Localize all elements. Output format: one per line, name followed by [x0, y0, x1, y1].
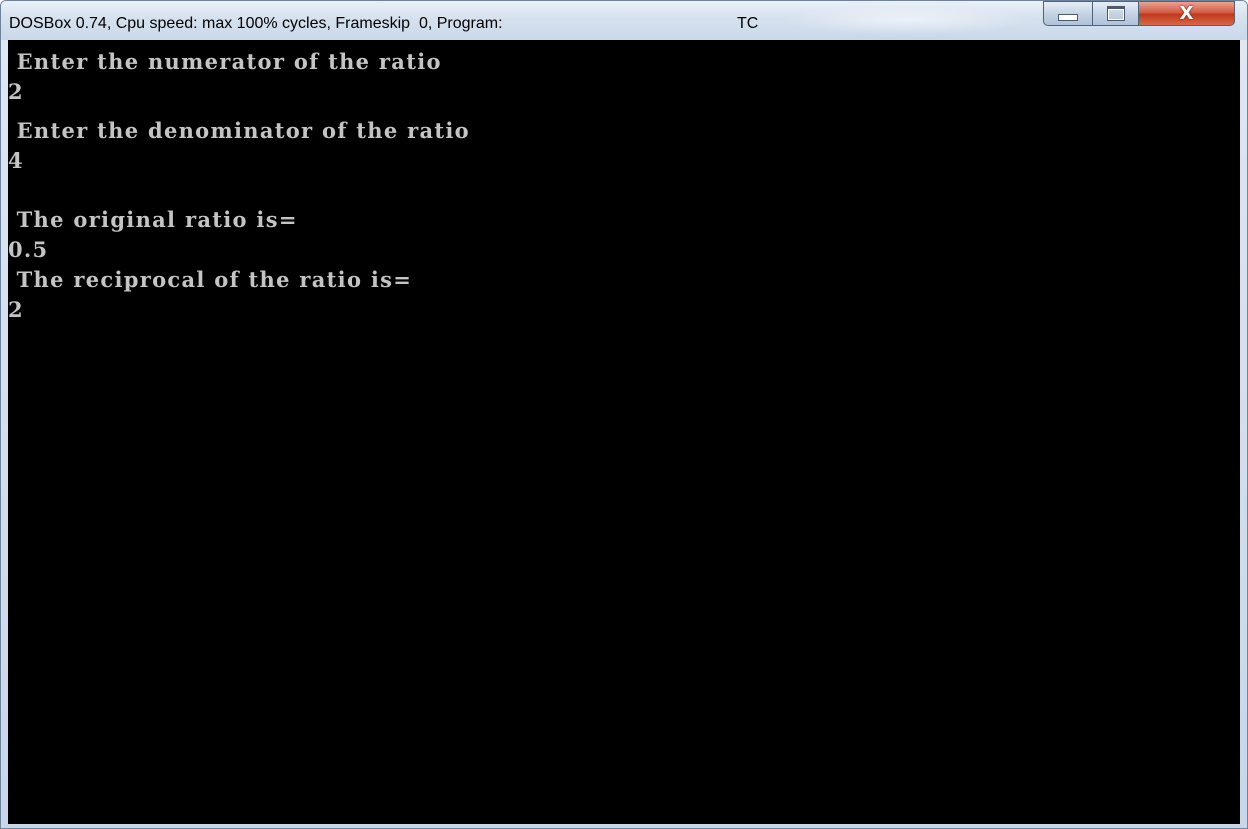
console-line: Enter the denominator of the ratio: [8, 118, 470, 143]
console-line: 4: [8, 148, 24, 173]
program-name: TC: [737, 15, 759, 32]
window-controls: X: [1043, 1, 1241, 27]
console-line: 2: [8, 297, 24, 322]
window-title: DOSBox 0.74, Cpu speed: max 100% cycles,…: [9, 15, 503, 32]
dosbox-window: DOSBox 0.74, Cpu speed: max 100% cycles,…: [0, 0, 1248, 829]
console-line: 2: [8, 79, 24, 104]
console-line: Enter the numerator of the ratio: [8, 49, 442, 74]
maximize-button[interactable]: [1093, 1, 1139, 26]
minimize-icon: [1058, 14, 1078, 21]
console-line: The reciprocal of the ratio is=: [8, 267, 413, 292]
maximize-icon: [1106, 6, 1125, 21]
title-glow: [781, 5, 1031, 35]
console-line: 0.5: [8, 237, 49, 262]
close-icon: X: [1179, 3, 1194, 24]
minimize-button[interactable]: [1043, 1, 1093, 26]
close-button[interactable]: X: [1139, 1, 1235, 26]
dos-console[interactable]: Enter the numerator of the ratio 2 Enter…: [8, 40, 1240, 824]
console-line: The original ratio is=: [8, 207, 298, 232]
title-bar[interactable]: DOSBox 0.74, Cpu speed: max 100% cycles,…: [1, 1, 1247, 40]
